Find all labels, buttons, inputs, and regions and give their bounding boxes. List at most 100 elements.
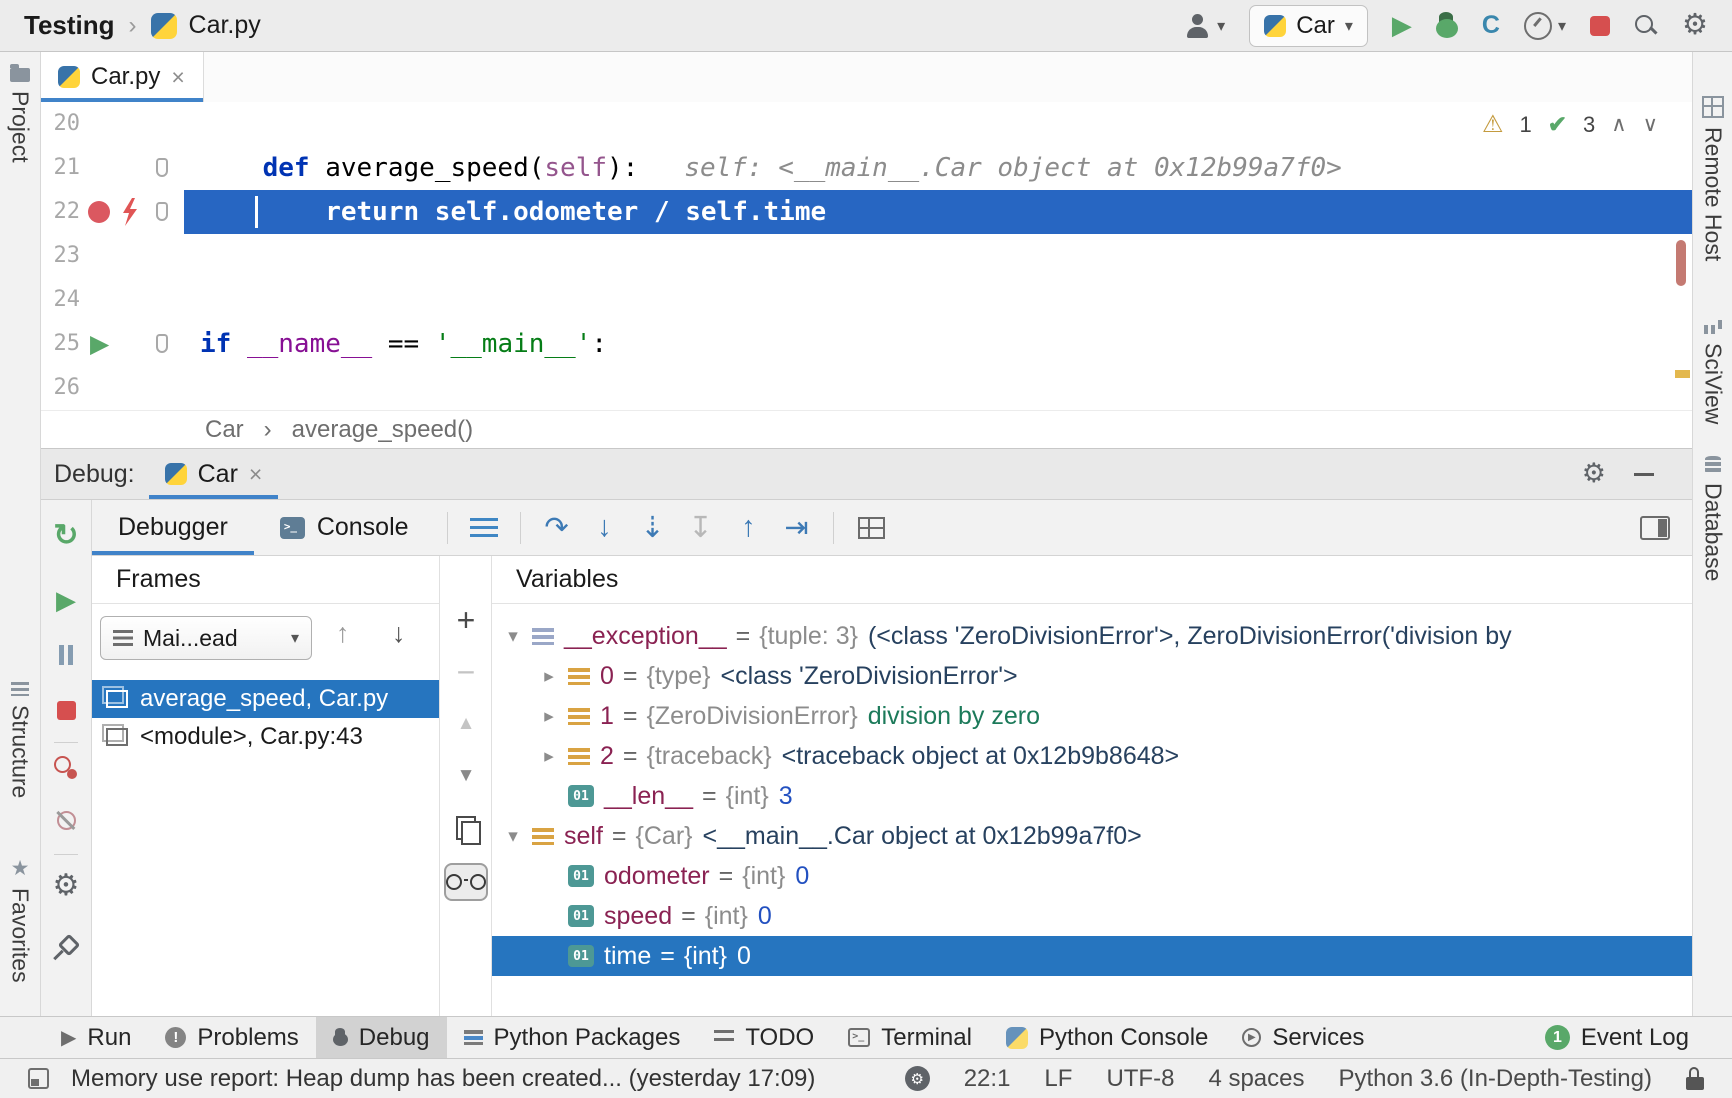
- gutter[interactable]: 22: [40, 190, 184, 234]
- close-icon[interactable]: ×: [171, 64, 184, 91]
- toolwindow-tab-debug[interactable]: Debug: [316, 1017, 447, 1058]
- gutter[interactable]: 24: [40, 278, 184, 322]
- sidebar-item-sciview[interactable]: SciView: [1693, 318, 1732, 424]
- view-breakpoints-button[interactable]: [40, 748, 92, 788]
- sidebar-item-favorites[interactable]: ★ Favorites: [0, 858, 40, 983]
- stop-button[interactable]: [40, 690, 92, 730]
- chevron-down-icon[interactable]: ▾: [500, 625, 526, 648]
- gutter[interactable]: 23: [40, 234, 184, 278]
- chevron-right-icon[interactable]: ▸: [536, 705, 562, 728]
- step-into-button[interactable]: ↓: [581, 511, 629, 544]
- python-interpreter[interactable]: Python 3.6 (In-Depth-Testing): [1339, 1065, 1653, 1093]
- debug-session-tab[interactable]: Car ×: [149, 449, 279, 499]
- profiler-button[interactable]: ▾: [1524, 12, 1566, 40]
- thread-select[interactable]: Mai...ead ▾: [100, 616, 312, 660]
- toolwindow-tab-problems[interactable]: ! Problems: [148, 1017, 315, 1058]
- caret-position[interactable]: 22:1: [964, 1065, 1011, 1093]
- pin-tab-button[interactable]: [40, 929, 92, 969]
- step-over-button[interactable]: ↷: [533, 510, 581, 545]
- remove-watch-button[interactable]: −: [440, 652, 492, 692]
- variable-row[interactable]: 01 __len__ = {int} 3: [492, 776, 1692, 816]
- gutter[interactable]: 20: [40, 102, 184, 146]
- tab-car-py[interactable]: Car.py ×: [40, 52, 204, 102]
- debug-button[interactable]: [1436, 12, 1458, 39]
- move-watch-up-button[interactable]: ▲: [440, 704, 492, 744]
- sidebar-item-project[interactable]: Project: [0, 68, 40, 163]
- evaluate-grid-button[interactable]: [858, 517, 885, 539]
- frame-row[interactable]: average_speed, Car.py: [92, 680, 439, 718]
- scrollbar-error-mark[interactable]: [1676, 240, 1686, 286]
- file-encoding[interactable]: UTF-8: [1106, 1065, 1174, 1093]
- toolwindow-tab-services[interactable]: ▶ Services: [1225, 1017, 1381, 1058]
- variable-row[interactable]: 01 odometer = {int} 0: [492, 856, 1692, 896]
- gutter[interactable]: 26: [40, 366, 184, 410]
- stop-button[interactable]: [1590, 16, 1610, 36]
- line-ending[interactable]: LF: [1044, 1065, 1072, 1093]
- step-out-button[interactable]: ↑: [725, 511, 773, 544]
- gutter[interactable]: 21: [40, 146, 184, 190]
- toolwindow-tab-event-log[interactable]: 1 Event Log: [1528, 1017, 1706, 1058]
- variable-row[interactable]: ▸ 0 = {type} <class 'ZeroDivisionError'>: [492, 656, 1692, 696]
- show-watches-toggle[interactable]: [440, 862, 492, 902]
- frame-row[interactable]: <module>, Car.py:43: [92, 718, 439, 756]
- gutter[interactable]: 25 ▶: [40, 322, 184, 366]
- debugger-settings-button[interactable]: ⚙: [40, 866, 92, 906]
- breakpoint-icon[interactable]: [88, 201, 110, 223]
- tab-console[interactable]: Console: [254, 500, 435, 555]
- run-button[interactable]: ▶: [1392, 10, 1412, 41]
- toolwindow-tab-python-packages[interactable]: Python Packages: [447, 1017, 698, 1058]
- next-frame-button[interactable]: ↓: [392, 618, 406, 649]
- run-line-icon[interactable]: ▶: [90, 322, 109, 366]
- fold-marker-icon[interactable]: [156, 202, 168, 221]
- restore-layout-button[interactable]: [1640, 516, 1670, 540]
- move-watch-down-button[interactable]: ▼: [440, 756, 492, 796]
- toolwindow-tab-python-console[interactable]: Python Console: [989, 1017, 1225, 1058]
- variable-row[interactable]: ▸ 2 = {traceback} <traceback object at 0…: [492, 736, 1692, 776]
- code-editor[interactable]: 20 21 def average_speed(self):self: <__m…: [40, 102, 1692, 410]
- toolwindow-tab-todo[interactable]: TODO: [697, 1017, 831, 1058]
- settings-button[interactable]: ⚙: [1682, 11, 1708, 40]
- close-icon[interactable]: ×: [249, 461, 262, 488]
- chevron-right-icon[interactable]: ▸: [536, 665, 562, 688]
- breadcrumb-class[interactable]: Car: [205, 416, 244, 444]
- sidebar-item-structure[interactable]: Structure: [0, 682, 40, 798]
- inspections-widget[interactable]: ⚠ 1 ✔ 3 ∧ ∨: [1482, 110, 1658, 139]
- variable-row[interactable]: ▸ 1 = {ZeroDivisionError} division by ze…: [492, 696, 1692, 736]
- next-problem-button[interactable]: ∨: [1643, 112, 1658, 137]
- run-with-coverage-button[interactable]: C: [1482, 11, 1500, 40]
- tab-debugger[interactable]: Debugger: [92, 500, 254, 555]
- resume-button[interactable]: ▶: [40, 580, 92, 620]
- rerun-button[interactable]: ↻: [40, 516, 92, 556]
- search-everywhere-button[interactable]: [1634, 14, 1658, 38]
- step-into-my-code-button[interactable]: ⇣: [629, 510, 677, 545]
- toolwindow-tab-run[interactable]: ▶ Run: [44, 1017, 148, 1058]
- run-to-cursor-button[interactable]: ⇥: [773, 510, 821, 545]
- breadcrumb-method[interactable]: average_speed(): [292, 416, 473, 444]
- variable-row[interactable]: 01 speed = {int} 0: [492, 896, 1692, 936]
- run-configuration-select[interactable]: Car ▾: [1249, 5, 1368, 47]
- chevron-right-icon[interactable]: ▸: [536, 745, 562, 768]
- variable-row-selected[interactable]: 01 time = {int} 0: [492, 936, 1692, 976]
- toolwindow-toggle-icon[interactable]: [28, 1068, 49, 1089]
- toolwindow-tab-terminal[interactable]: Terminal: [831, 1017, 989, 1058]
- force-step-into-button[interactable]: ↧: [677, 510, 725, 545]
- indent-setting[interactable]: 4 spaces: [1208, 1065, 1304, 1093]
- lock-icon[interactable]: [1686, 1067, 1704, 1090]
- debug-settings-button[interactable]: ⚙: [1582, 460, 1606, 487]
- hide-toolwindow-button[interactable]: [1634, 473, 1654, 476]
- scrollbar-warning-mark[interactable]: [1675, 370, 1690, 378]
- sidebar-item-remote-host[interactable]: Remote Host: [1693, 96, 1732, 261]
- previous-frame-button[interactable]: ↑: [336, 618, 350, 649]
- fold-marker-icon[interactable]: [156, 334, 168, 353]
- duplicate-watch-button[interactable]: [440, 808, 492, 848]
- sidebar-item-database[interactable]: Database: [1693, 456, 1732, 581]
- add-watch-button[interactable]: +: [440, 600, 492, 640]
- chevron-down-icon[interactable]: ▾: [500, 825, 526, 848]
- variable-row[interactable]: ▾ self = {Car} <__main__.Car object at 0…: [492, 816, 1692, 856]
- fold-marker-icon[interactable]: [156, 158, 168, 177]
- pause-button[interactable]: [40, 635, 92, 675]
- background-tasks-icon[interactable]: ⚙: [905, 1066, 930, 1091]
- layout-options-button[interactable]: [470, 518, 498, 538]
- previous-problem-button[interactable]: ∧: [1611, 112, 1626, 137]
- variable-row[interactable]: ▾ __exception__ = {tuple: 3} (<class 'Ze…: [492, 616, 1692, 656]
